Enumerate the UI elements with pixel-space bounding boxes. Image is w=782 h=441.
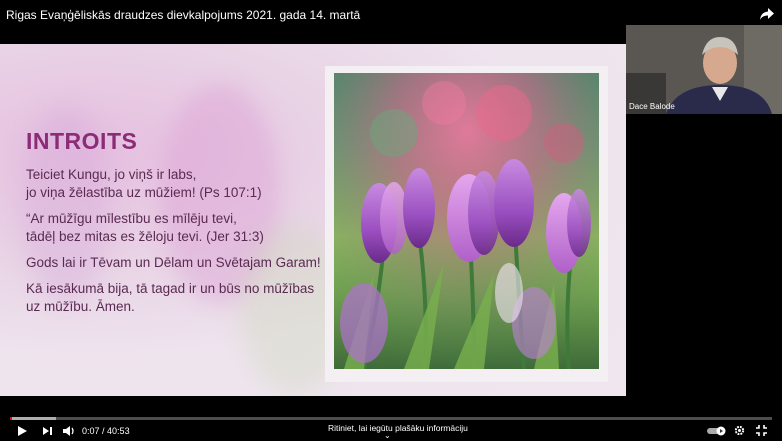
chevron-down-icon[interactable]: ⌄ (384, 431, 391, 440)
time-display: 0:07 / 40:53 (82, 426, 130, 436)
progress-played (10, 417, 13, 420)
duration: 40:53 (107, 426, 130, 436)
video-title[interactable]: Rigas Evaņģēliskās draudzes dievkalpojum… (6, 8, 360, 22)
scroll-hint[interactable]: Ritiniet, lai iegūtu plašāku informāciju (328, 423, 468, 433)
participant-name: Dace Balode (629, 102, 675, 111)
slide-paragraph: “Ar mūžīgu mīlestību es mīlēju tevi, tād… (26, 210, 264, 246)
slide-line: Teiciet Kungu, jo viņš ir labs, (26, 167, 197, 182)
time-separator: / (99, 426, 108, 436)
next-icon[interactable] (42, 426, 53, 436)
slide-paragraph: Teiciet Kungu, jo viņš ir labs, jo viņa … (26, 166, 262, 202)
crocus-illustration (334, 73, 599, 369)
slide-line: uz mūžību. Āmen. (26, 299, 135, 314)
current-time: 0:07 (82, 426, 100, 436)
exit-fullscreen-icon[interactable] (756, 425, 767, 436)
volume-icon[interactable] (62, 425, 76, 437)
slide-heading: INTROITS (26, 128, 138, 154)
slide-line: jo viņa žēlastība uz mūžiem! (Ps 107:1) (26, 185, 262, 200)
autoplay-toggle-icon[interactable] (707, 426, 727, 436)
slide-paragraph: Kā iesākumā bija, tā tagad ir un būs no … (26, 280, 314, 316)
crocus-photo (334, 73, 599, 369)
participant-video[interactable]: Dace Balode (626, 25, 782, 114)
play-icon[interactable] (16, 425, 28, 437)
gear-icon[interactable] (734, 425, 745, 436)
slide-line: Kā iesākumā bija, tā tagad ir un būs no … (26, 281, 315, 296)
player-controls: 0:07 / 40:53 Ritiniet, lai iegūtu plašāk… (0, 421, 782, 441)
progress-bar[interactable] (10, 417, 772, 420)
share-icon[interactable] (760, 8, 774, 20)
slide-line: tādēļ bez mitas es žēloju tevi. (Jer 31:… (26, 229, 264, 244)
slide-line: “Ar mūžīgu mīlestību es mīlēju tevi, (26, 211, 237, 226)
slide-line: Gods lai ir Tēvam un Dēlam un Svētajam G… (26, 255, 321, 270)
participant-image (626, 25, 782, 114)
progress-buffered (10, 417, 56, 420)
slide-paragraph: Gods lai ir Tēvam un Dēlam un Svētajam G… (26, 254, 321, 272)
